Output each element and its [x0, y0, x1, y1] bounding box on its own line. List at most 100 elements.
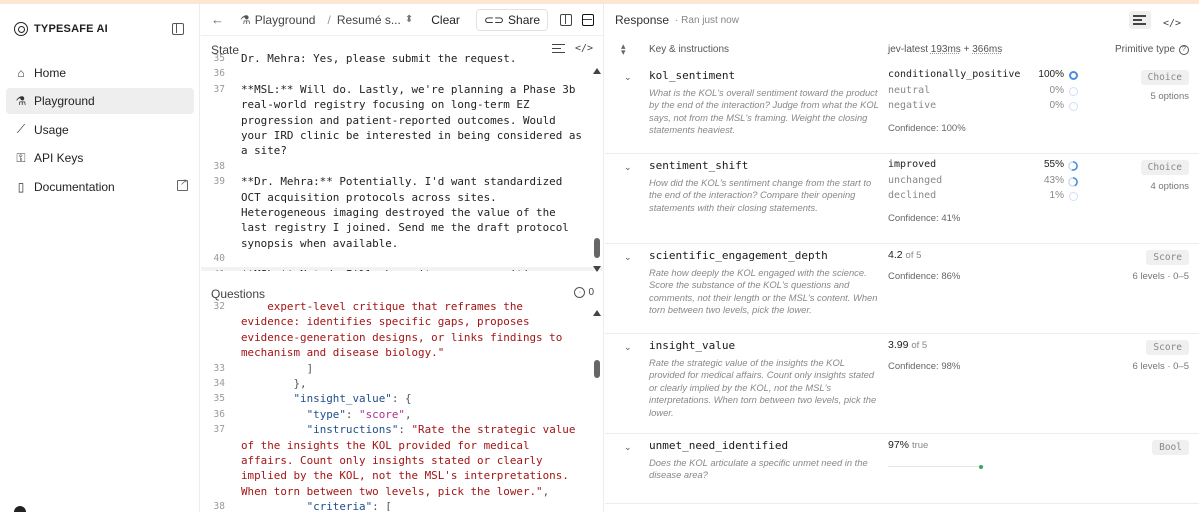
questions-editor[interactable]: 32 expert-level critique that reframes t… [201, 299, 604, 511]
code-text: "criteria": [ [231, 499, 604, 511]
choice-label: negative [888, 100, 937, 112]
probability-ring-icon [1068, 161, 1078, 171]
code-text: expert-level critique that reframes the … [231, 299, 604, 361]
response-row-kol-sentiment[interactable]: ⌄ kol_sentiment What is the KOL's overall … [605, 64, 1199, 154]
share-label: Share [508, 12, 541, 27]
chevron-down-icon[interactable]: ⌄ [624, 162, 632, 173]
scroll-up-icon[interactable] [593, 310, 601, 316]
response-row-unmet-need-identified[interactable]: ⌄ unmet_need_identified Does the KOL artic… [605, 434, 1199, 504]
response-instructions: How did the KOL's sentiment change from … [649, 177, 872, 213]
split-horizontal-icon[interactable] [582, 13, 595, 26]
type-badge: Choice [1140, 70, 1189, 85]
type-badge: Bool [1152, 440, 1189, 455]
probability-ring-icon [1069, 86, 1078, 96]
sidebar-item-label: Documentation [34, 179, 115, 194]
choice-label: declined [888, 190, 937, 202]
chart-line-icon: ⟋ [16, 122, 26, 137]
choice-label: conditionally_positive [888, 69, 1021, 80]
sort-icon[interactable]: ▴ ▾ [621, 42, 626, 57]
sidebar-collapse-icon[interactable] [172, 23, 184, 35]
col-key-header[interactable]: Key & instructions [649, 44, 729, 55]
sidebar-item-documentation[interactable]: ▯ Documentation [6, 174, 194, 200]
code-line: 36 "type": "score", [201, 407, 604, 422]
response-key: kol_sentiment [649, 69, 736, 82]
choice-option: conditionally_positive 100% [888, 69, 1078, 85]
probability-slider [888, 464, 984, 469]
model-name: jev-latest [888, 44, 929, 55]
external-link-icon[interactable] [177, 177, 188, 191]
choice-option: unchanged 43% [888, 175, 1078, 191]
scroll-thumb[interactable] [594, 238, 600, 258]
clear-button[interactable]: Clear [431, 13, 460, 27]
sidebar-item-api-keys[interactable]: ⚿ API Keys [6, 145, 194, 171]
json-token: "criteria" [241, 500, 373, 511]
chevron-updown-icon[interactable]: ⬍ [405, 14, 413, 25]
brand[interactable]: TYPESAFE AI [14, 22, 108, 36]
scroll-down-icon[interactable] [593, 266, 601, 272]
code-line: 40 [201, 251, 604, 266]
json-token: : [345, 407, 360, 421]
questions-scrollbar[interactable] [591, 310, 603, 390]
response-instructions: What is the KOL's overall sentiment towa… [649, 87, 879, 136]
breadcrumb-root[interactable]: Playground [255, 13, 316, 27]
sidebar-item-home[interactable]: ⌂ Home [6, 60, 194, 86]
chevron-down-icon[interactable]: ⌄ [624, 342, 632, 353]
response-row-insight-value[interactable]: ⌄ insight_value Rate the strategic value o… [605, 334, 1199, 434]
code-line: 35 "insight_value": { [201, 391, 604, 406]
split-vertical-icon[interactable] [560, 13, 573, 26]
col-model-header[interactable]: jev-latest 193ms + 366ms [888, 44, 1002, 55]
code-line: 38 "criteria": [ [201, 499, 604, 511]
playground-column: ← ⚗ Playground / Resumé s... ⬍ Clear ⊂⊃ … [201, 4, 604, 512]
code-text: **MSL:** Noted. I'll share it as soon as… [231, 267, 604, 271]
scroll-thumb[interactable] [594, 360, 600, 378]
line-number: 37 [213, 424, 225, 436]
confidence-value: Confidence: 100% [888, 122, 966, 134]
breadcrumb-separator: / [327, 12, 331, 27]
state-scrollbar[interactable] [591, 68, 603, 278]
json-token: , [542, 484, 550, 498]
choice-label: neutral [888, 84, 931, 96]
choice-option: declined 1% [888, 190, 1078, 206]
choice-label: improved [888, 159, 937, 170]
chevron-down-icon[interactable]: ⌄ [624, 72, 632, 83]
json-token: }, [241, 377, 307, 391]
score-value: 97% true [888, 439, 1078, 451]
help-icon[interactable]: ? [1179, 44, 1189, 55]
slider-dot [979, 464, 984, 469]
confidence-value: Confidence: 41% [888, 212, 961, 224]
code-line: 41**MSL:** Noted. I'll share it as soon … [201, 266, 604, 271]
share-button[interactable]: ⊂⊃ Share [475, 8, 549, 31]
chevron-down-icon[interactable]: ⌄ [624, 252, 632, 263]
response-row-scientific-engagement-depth[interactable]: ⌄ scientific_engagement_depth Rate how dee… [605, 244, 1199, 334]
state-editor[interactable]: 35 Dr. Mehra: Yes, please submit the requ… [201, 51, 604, 271]
sidebar-item-playground[interactable]: ⚗ Playground [6, 88, 194, 115]
code-text: "type": "score", [231, 407, 604, 422]
type-info: 5 options [1150, 91, 1189, 102]
key-icon: ⚿ [16, 150, 26, 165]
response-row-sentiment-shift[interactable]: ⌄ sentiment_shift How did the KOL's sentim… [605, 154, 1199, 244]
score-value: 3.99 of 5 [888, 339, 1078, 351]
response-instructions: Does the KOL articulate a specific unmet… [649, 457, 868, 481]
type-info: 6 levels · 0–5 [1132, 361, 1189, 372]
json-token: , [404, 407, 412, 421]
probability-ring-icon [1069, 71, 1078, 80]
score-value: 4.2 of 5 [888, 249, 1078, 261]
code-view-icon[interactable]: </> [1163, 18, 1181, 29]
code-line: 36 [201, 66, 604, 81]
sidebar-item-usage[interactable]: ⟋ Usage [6, 117, 194, 143]
choice-option: neutral 0% [888, 85, 1078, 101]
response-menu-button[interactable] [1128, 11, 1151, 29]
scroll-up-icon[interactable] [593, 68, 601, 74]
type-info: 6 levels · 0–5 [1132, 271, 1189, 282]
breadcrumb-current[interactable]: Resumé s... [337, 13, 401, 27]
score-of: true [911, 440, 929, 451]
latency-separator: + [960, 44, 973, 55]
response-column-headers: ▴ ▾ Key & instructions jev-latest 193ms +… [605, 36, 1199, 64]
back-arrow-icon[interactable]: ← [211, 12, 224, 27]
chevron-down-icon[interactable]: ⌄ [624, 442, 632, 453]
col-type-header[interactable]: Primitive type ? [1115, 44, 1189, 55]
code-line: 32 expert-level critique that reframes t… [201, 299, 604, 361]
response-key: sentiment_shift [649, 159, 749, 172]
avatar[interactable] [14, 506, 26, 512]
latency-a: 193ms [930, 44, 961, 55]
